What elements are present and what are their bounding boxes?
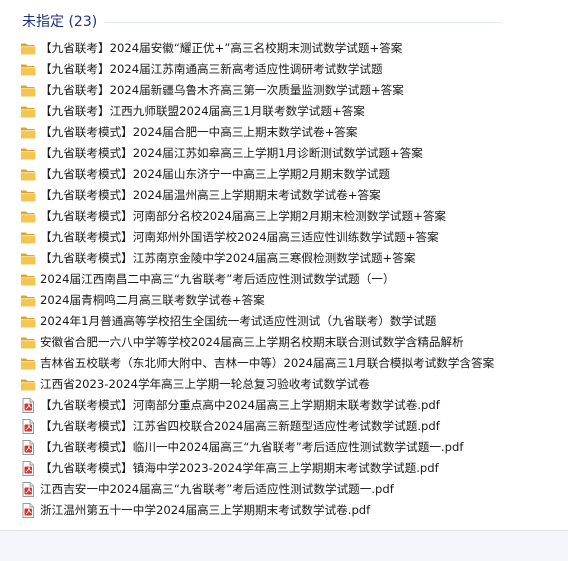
item-name: 【九省联考】2024届江苏南通高三新高考适应性调研考试数学试题: [40, 62, 383, 76]
folder-icon: [20, 272, 36, 287]
item-name: 【九省联考模式】2024届合肥一中高三上期末数学试卷+答案: [40, 125, 358, 139]
folder-item[interactable]: 【九省联考模式】2024届江苏如皋高三上学期1月诊断测试数学试题+答案: [0, 143, 568, 164]
item-name: 吉林省五校联考（东北师大附中、吉林一中等）2024届高三1月联合模拟考试数学含答…: [40, 356, 495, 370]
item-name: 【九省联考模式】江苏省四校联合2024届高三新题型适应性考试数学试题.pdf: [40, 419, 440, 433]
pdf-icon: [20, 440, 36, 455]
item-name: 【九省联考模式】河南部分重点高中2024届高三上学期期末联考数学试卷.pdf: [40, 398, 440, 412]
item-name: 【九省联考模式】临川一中2024届高三“九省联考”考后适应性测试数学试题一.pd…: [40, 440, 464, 454]
item-name: 江西吉安一中2024届高三“九省联考”考后适应性测试数学试题一.pdf: [40, 482, 394, 496]
item-name: 安徽省合肥一六八中学等学校2024届高三上学期名校期末联合测试数学含精品解析: [40, 335, 464, 349]
item-name: 【九省联考模式】2024届江苏如皋高三上学期1月诊断测试数学试题+答案: [40, 146, 423, 160]
folder-item[interactable]: 【九省联考模式】河南部分名校2024届高三上学期2月期末检测数学试题+答案: [0, 206, 568, 227]
folder-icon: [20, 293, 36, 308]
folder-icon: [20, 377, 36, 392]
item-name: 浙江温州第五十一中学2024届高三上学期期末考试数学试卷.pdf: [40, 503, 371, 517]
group-divider-line: [104, 22, 502, 23]
file-item-pdf[interactable]: 江西吉安一中2024届高三“九省联考”考后适应性测试数学试题一.pdf: [0, 479, 568, 500]
folder-icon: [20, 314, 36, 329]
item-name: 【九省联考模式】江苏南京金陵中学2024届高三寒假检测数学试题+答案: [40, 251, 416, 265]
file-item-pdf[interactable]: 【九省联考模式】镇海中学2023-2024学年高三上学期期末考试数学试题.pdf: [0, 458, 568, 479]
pdf-icon: [20, 461, 36, 476]
item-name: 【九省联考模式】河南部分名校2024届高三上学期2月期末检测数学试题+答案: [40, 209, 447, 223]
item-name: 【九省联考模式】镇海中学2023-2024学年高三上学期期末考试数学试题.pdf: [40, 461, 439, 475]
folder-item[interactable]: 【九省联考】2024届江苏南通高三新高考适应性调研考试数学试题: [0, 59, 568, 80]
folder-item[interactable]: 【九省联考模式】2024届山东济宁一中高三上学期2月期末数学试题: [0, 164, 568, 185]
group-title[interactable]: 未指定 (23): [22, 13, 97, 31]
pdf-icon: [20, 398, 36, 413]
folder-item[interactable]: 【九省联考】江西九师联盟2024届高三1月联考数学试题+答案: [0, 101, 568, 122]
item-name: 江西省2023-2024学年高三上学期一轮总复习验收考试数学试卷: [40, 377, 370, 391]
folder-icon: [20, 356, 36, 371]
folder-item[interactable]: 江西省2023-2024学年高三上学期一轮总复习验收考试数学试卷: [0, 374, 568, 395]
folder-icon: [20, 104, 36, 119]
pdf-icon: [20, 503, 36, 518]
folder-icon: [20, 209, 36, 224]
folder-item[interactable]: 【九省联考模式】2024届合肥一中高三上期末数学试卷+答案: [0, 122, 568, 143]
group-header-unspecified[interactable]: 未指定 (23): [0, 0, 568, 36]
item-name: 【九省联考】2024届新疆乌鲁木齐高三第一次质量监测数学试题+答案: [40, 83, 404, 97]
file-item-pdf[interactable]: 【九省联考模式】江苏省四校联合2024届高三新题型适应性考试数学试题.pdf: [0, 416, 568, 437]
file-item-pdf[interactable]: 浙江温州第五十一中学2024届高三上学期期末考试数学试卷.pdf: [0, 500, 568, 521]
item-name: 【九省联考】江西九师联盟2024届高三1月联考数学试题+答案: [40, 104, 365, 118]
item-name: 【九省联考模式】2024届山东济宁一中高三上学期2月期末数学试题: [40, 167, 390, 181]
folder-icon: [20, 146, 36, 161]
folder-item[interactable]: 【九省联考】2024届新疆乌鲁木齐高三第一次质量监测数学试题+答案: [0, 80, 568, 101]
item-name: 2024年1月普通高等学校招生全国统一考试适应性测试（九省联考）数学试题: [40, 314, 437, 328]
folder-icon: [20, 335, 36, 350]
folder-icon: [20, 83, 36, 98]
folder-item[interactable]: 【九省联考模式】江苏南京金陵中学2024届高三寒假检测数学试题+答案: [0, 248, 568, 269]
pdf-icon: [20, 419, 36, 434]
file-explorer-window: 未指定 (23) 【九省联考】2024届安徽“耀正优+”高三名校期末测试数学试题…: [0, 0, 568, 561]
folder-icon: [20, 62, 36, 77]
folder-icon: [20, 251, 36, 266]
status-area: [0, 530, 568, 561]
folder-item[interactable]: 【九省联考模式】河南郑州外国语学校2024届高三适应性训练数学试题+答案: [0, 227, 568, 248]
file-item-pdf[interactable]: 【九省联考模式】河南部分重点高中2024届高三上学期期末联考数学试卷.pdf: [0, 395, 568, 416]
folder-item[interactable]: 吉林省五校联考（东北师大附中、吉林一中等）2024届高三1月联合模拟考试数学含答…: [0, 353, 568, 374]
item-name: 【九省联考】2024届安徽“耀正优+”高三名校期末测试数学试题+答案: [40, 41, 403, 55]
folder-item[interactable]: 【九省联考模式】2024届温州高三上学期期末考试数学试卷+答案: [0, 185, 568, 206]
file-list: 【九省联考】2024届安徽“耀正优+”高三名校期末测试数学试题+答案 【九省联考…: [0, 38, 568, 521]
folder-icon: [20, 230, 36, 245]
item-name: 2024届江西南昌二中高三“九省联考”考后适应性测试数学试题（一）: [40, 272, 395, 286]
folder-icon: [20, 167, 36, 182]
item-name: 【九省联考模式】河南郑州外国语学校2024届高三适应性训练数学试题+答案: [40, 230, 439, 244]
folder-item[interactable]: 【九省联考】2024届安徽“耀正优+”高三名校期末测试数学试题+答案: [0, 38, 568, 59]
folder-icon: [20, 125, 36, 140]
pdf-icon: [20, 482, 36, 497]
folder-item[interactable]: 2024年1月普通高等学校招生全国统一考试适应性测试（九省联考）数学试题: [0, 311, 568, 332]
file-item-pdf[interactable]: 【九省联考模式】临川一中2024届高三“九省联考”考后适应性测试数学试题一.pd…: [0, 437, 568, 458]
folder-icon: [20, 41, 36, 56]
item-name: 2024届青桐鸣二月高三联考数学试卷+答案: [40, 293, 265, 307]
folder-item[interactable]: 安徽省合肥一六八中学等学校2024届高三上学期名校期末联合测试数学含精品解析: [0, 332, 568, 353]
folder-item[interactable]: 2024届江西南昌二中高三“九省联考”考后适应性测试数学试题（一）: [0, 269, 568, 290]
folder-item[interactable]: 2024届青桐鸣二月高三联考数学试卷+答案: [0, 290, 568, 311]
item-name: 【九省联考模式】2024届温州高三上学期期末考试数学试卷+答案: [40, 188, 381, 202]
folder-icon: [20, 188, 36, 203]
